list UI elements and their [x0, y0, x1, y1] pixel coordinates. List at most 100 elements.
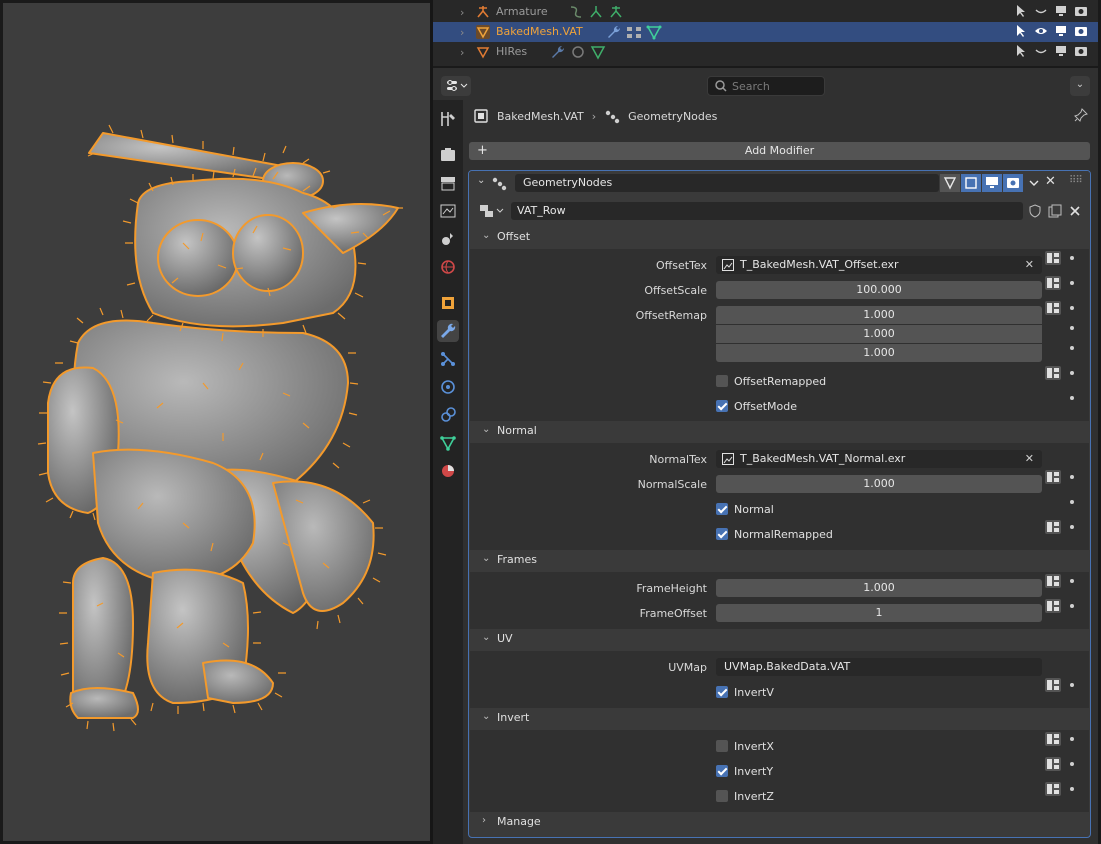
select-toggle-icon[interactable]: [1014, 24, 1028, 38]
pin-icon[interactable]: [1074, 108, 1088, 122]
tab-modifiers[interactable]: [437, 320, 459, 342]
chevron-right-icon[interactable]: ›: [460, 26, 464, 39]
attribute-toggle-icon[interactable]: [1044, 300, 1062, 316]
editor-type-button[interactable]: [441, 76, 471, 96]
invert-x-checkbox[interactable]: InvertX: [716, 738, 774, 754]
decorator-dot[interactable]: [1070, 579, 1074, 583]
tab-constraints[interactable]: [437, 404, 459, 426]
node-tree-icon[interactable]: [477, 202, 507, 220]
attribute-toggle-icon[interactable]: [1044, 365, 1062, 381]
tab-world[interactable]: [437, 256, 459, 278]
invert-y-checkbox[interactable]: InvertY: [716, 763, 773, 779]
normal-remapped-checkbox[interactable]: NormalRemapped: [716, 526, 833, 542]
render-toggle-icon[interactable]: [1074, 24, 1088, 38]
outliner-row-bakedmesh[interactable]: › BakedMesh.VAT: [433, 22, 1098, 42]
eye-icon[interactable]: [1034, 24, 1048, 38]
decorator-dot[interactable]: [1070, 500, 1074, 504]
render-toggle-icon[interactable]: [1074, 44, 1088, 58]
frame-offset-field[interactable]: 1: [716, 604, 1042, 622]
viewport-toggle-icon[interactable]: [1054, 24, 1068, 38]
add-modifier-button[interactable]: + Add Modifier: [469, 142, 1090, 160]
attribute-toggle-icon[interactable]: [1044, 573, 1062, 589]
edit-mode-cage-toggle[interactable]: [940, 174, 960, 192]
offset-remapped-checkbox[interactable]: OffsetRemapped: [716, 373, 826, 389]
tab-scene[interactable]: [437, 228, 459, 250]
section-uv[interactable]: ⌄ UV: [470, 629, 1089, 649]
decorator-dot[interactable]: [1070, 762, 1074, 766]
offset-scale-field[interactable]: 100.000: [716, 281, 1042, 299]
node-group-name[interactable]: VAT_Row: [511, 202, 1023, 220]
decorator-dot[interactable]: [1070, 475, 1074, 479]
render-toggle-icon[interactable]: [1074, 4, 1088, 18]
hide-toggle-icon[interactable]: [1034, 44, 1048, 58]
attribute-toggle-icon[interactable]: [1044, 275, 1062, 291]
tab-view-layer[interactable]: [437, 200, 459, 222]
checkbox-on[interactable]: [716, 528, 728, 540]
wrench-icon[interactable]: [606, 24, 622, 40]
outliner-row-hires[interactable]: › HIRes: [433, 42, 1098, 62]
offset-remap-y[interactable]: 1.000: [716, 325, 1042, 343]
decorator-dot[interactable]: [1070, 737, 1074, 741]
chevron-down-icon[interactable]: ⌄: [1070, 76, 1090, 96]
tab-output[interactable]: [437, 172, 459, 194]
tab-tool[interactable]: [437, 108, 459, 130]
decorator-dot[interactable]: [1070, 281, 1074, 285]
attribute-toggle-icon[interactable]: [1044, 731, 1062, 747]
tab-physics[interactable]: [437, 376, 459, 398]
viewport-toggle-icon[interactable]: [1054, 4, 1068, 18]
decorator-dot[interactable]: [1070, 371, 1074, 375]
bone-constraint-icon[interactable]: [588, 4, 604, 20]
section-invert[interactable]: ⌄ Invert: [470, 708, 1089, 728]
chevron-down-icon[interactable]: ⌄: [477, 175, 485, 186]
normal-scale-field[interactable]: 1.000: [716, 475, 1042, 493]
offset-tex-field[interactable]: T_BakedMesh.VAT_Offset.exr ✕: [716, 256, 1042, 274]
drag-handle-icon[interactable]: ⠿⠿: [1069, 175, 1083, 186]
decorator-dot[interactable]: [1070, 346, 1074, 350]
invert-z-checkbox[interactable]: InvertZ: [716, 788, 774, 804]
viewport-toggle[interactable]: [982, 174, 1002, 192]
attribute-toggle-icon[interactable]: [1044, 598, 1062, 614]
checkbox-off[interactable]: [716, 375, 728, 387]
offset-mode-checkbox[interactable]: OffsetMode: [716, 398, 797, 414]
tab-data[interactable]: [437, 432, 459, 454]
tab-render[interactable]: [437, 144, 459, 166]
close-icon[interactable]: ✕: [1025, 450, 1034, 468]
offset-remap-z[interactable]: 1.000: [716, 344, 1042, 362]
tab-material[interactable]: [437, 460, 459, 482]
normal-tex-field[interactable]: T_BakedMesh.VAT_Normal.exr ✕: [716, 450, 1042, 468]
chevron-down-icon[interactable]: [1024, 174, 1044, 192]
outliner-row-armature[interactable]: › Armature: [433, 2, 1098, 22]
weight-icon[interactable]: [570, 44, 586, 60]
decorator-dot[interactable]: [1070, 604, 1074, 608]
edit-mode-toggle[interactable]: [961, 174, 981, 192]
tab-particles[interactable]: [437, 348, 459, 370]
checkbox-on[interactable]: [716, 503, 728, 515]
decorator-dot[interactable]: [1070, 396, 1074, 400]
checkbox-off[interactable]: [716, 790, 728, 802]
wrench-icon[interactable]: [550, 44, 566, 60]
fake-user-shield-icon[interactable]: [1027, 203, 1043, 219]
attribute-toggle-icon[interactable]: [1044, 469, 1062, 485]
attribute-toggle-icon[interactable]: [1044, 677, 1062, 693]
geometry-nodes-icon[interactable]: [626, 24, 642, 40]
pose-icon[interactable]: [568, 4, 584, 20]
normal-checkbox[interactable]: Normal: [716, 501, 774, 517]
checkbox-on[interactable]: [716, 765, 728, 777]
decorator-dot[interactable]: [1070, 683, 1074, 687]
select-toggle-icon[interactable]: [1014, 4, 1028, 18]
mesh-data-icon[interactable]: [646, 24, 662, 40]
frame-height-field[interactable]: 1.000: [716, 579, 1042, 597]
decorator-dot[interactable]: [1070, 326, 1074, 330]
armature-data-icon[interactable]: [608, 4, 624, 20]
checkbox-off[interactable]: [716, 740, 728, 752]
viewport-toggle-icon[interactable]: [1054, 44, 1068, 58]
close-icon[interactable]: ✕: [1045, 174, 1056, 189]
tab-object[interactable]: [437, 292, 459, 314]
section-normal[interactable]: ⌄ Normal: [470, 421, 1089, 441]
attribute-toggle-icon[interactable]: [1044, 250, 1062, 266]
section-manage[interactable]: › Manage: [470, 812, 1089, 832]
checkbox-on[interactable]: [716, 400, 728, 412]
search-input[interactable]: Search: [707, 76, 825, 96]
mesh-data-icon[interactable]: [590, 44, 606, 60]
modifier-name-input[interactable]: GeometryNodes: [515, 174, 939, 192]
